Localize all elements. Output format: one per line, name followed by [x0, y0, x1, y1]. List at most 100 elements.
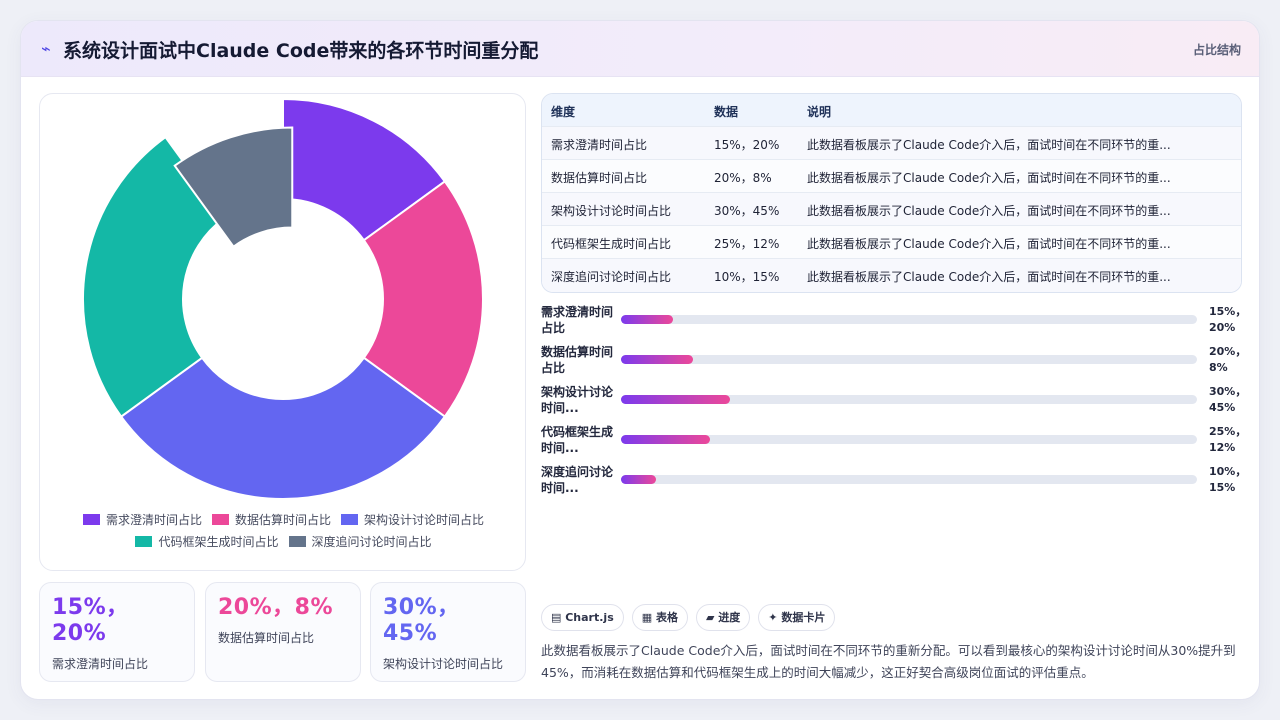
- dashboard-card: ⌁ 系统设计面试中Claude Code带来的各环节时间重分配 占比结构 需求澄…: [20, 20, 1260, 700]
- cell-note: 此数据看板展示了Claude Code介入后，面试时间在不同环节的重...: [807, 171, 1171, 185]
- stat-value-line1: 20%，8%: [218, 595, 334, 620]
- progress-value: 15%， 20%: [1209, 305, 1247, 334]
- legend-label: 代码框架生成时间占比: [158, 534, 279, 549]
- stat-value-line2: 20%: [52, 621, 107, 646]
- cell-note: 此数据看板展示了Claude Code介入后，面试时间在不同环节的重...: [807, 237, 1171, 251]
- page-title: 系统设计面试中Claude Code带来的各环节时间重分配: [63, 40, 539, 62]
- cell-note: 此数据看板展示了Claude Code介入后，面试时间在不同环节的重...: [807, 138, 1171, 152]
- progress-fill: [621, 475, 656, 484]
- progress-label: 需求澄清时间 占比: [541, 305, 614, 335]
- donut-chart[interactable]: [40, 94, 527, 572]
- cell-dimension: 代码框架生成时间占比: [551, 237, 672, 251]
- cell-dimension: 深度追问讨论时间占比: [551, 270, 672, 284]
- column-header-note[interactable]: 说明: [807, 103, 831, 120]
- progress-row: 代码框架生成 时间... 25%， 12%: [541, 424, 1246, 460]
- progress-track: [621, 355, 1197, 364]
- legend-swatch: [82, 513, 100, 525]
- legend-label: 需求澄清时间占比: [105, 512, 202, 527]
- stat-card-architecture: 30%， 45% 架构设计讨论时间占比: [370, 582, 526, 682]
- chip-label: 进度: [718, 611, 741, 624]
- chip-数据卡片[interactable]: ✦ 数据卡片: [758, 604, 836, 631]
- progress-fill: [621, 435, 711, 444]
- progress-value: 10%， 15%: [1209, 465, 1247, 494]
- cell-data: 10%，15%: [714, 270, 780, 284]
- chip-进度[interactable]: ▰ 进度: [695, 604, 751, 631]
- table-row[interactable]: 数据估算时间占比 20%，8% 此数据看板展示了Claude Code介入后，面…: [542, 160, 1241, 193]
- table-header-row: 维度 数据 说明: [542, 94, 1241, 127]
- chart-type-tag: 占比结构: [1192, 43, 1241, 57]
- progress-value: 25%， 12%: [1209, 425, 1247, 454]
- table-row[interactable]: 需求澄清时间占比 15%，20% 此数据看板展示了Claude Code介入后，…: [542, 127, 1241, 160]
- progress-fill: [621, 355, 693, 364]
- cell-dimension: 需求澄清时间占比: [551, 138, 648, 152]
- data-table: 维度 数据 说明 需求澄清时间占比 15%，20% 此数据看板展示了Claude…: [541, 93, 1242, 293]
- progress-label: 深度追问讨论 时间...: [541, 465, 614, 495]
- chip-icon: ✦: [768, 611, 782, 624]
- legend-swatch: [211, 513, 229, 525]
- stat-label: 需求澄清时间占比: [52, 657, 149, 671]
- summary-text: 此数据看板展示了Claude Code介入后，面试时间在不同环节的重新分配。可以…: [541, 643, 1236, 680]
- table-row[interactable]: 深度追问讨论时间占比 10%，15% 此数据看板展示了Claude Code介入…: [542, 259, 1241, 292]
- chip-icon: ▦: [641, 611, 656, 624]
- progress-value: 20%， 8%: [1209, 345, 1247, 374]
- cell-dimension: 架构设计讨论时间占比: [551, 204, 672, 218]
- chip-Chart.js[interactable]: ▤ Chart.js: [541, 604, 624, 631]
- progress-list: 需求澄清时间 占比 15%， 20% 数据估算时间 占比 20%， 8% 架构设计讨论 时间...…: [541, 304, 1246, 504]
- table-row[interactable]: 架构设计讨论时间占比 30%，45% 此数据看板展示了Claude Code介入…: [542, 193, 1241, 226]
- table-row[interactable]: 代码框架生成时间占比 25%，12% 此数据看板展示了Claude Code介入…: [542, 226, 1241, 259]
- chip-label: 表格: [655, 611, 678, 624]
- cell-data: 20%，8%: [714, 171, 772, 185]
- progress-label: 代码框架生成 时间...: [541, 425, 614, 455]
- progress-row: 数据估算时间 占比 20%， 8%: [541, 344, 1246, 380]
- chip-icon: ▤: [551, 611, 566, 624]
- progress-track: [621, 315, 1197, 324]
- stat-value: 30%， 45%: [383, 595, 513, 647]
- chip-label: Chart.js: [565, 611, 614, 624]
- stat-value-line2: 45%: [383, 621, 438, 646]
- legend-swatch: [288, 535, 306, 547]
- legend-swatch: [135, 535, 153, 547]
- progress-label: 架构设计讨论 时间...: [541, 385, 614, 415]
- legend-item[interactable]: 代码框架生成时间占比: [135, 530, 279, 552]
- stat-card-demand: 15%， 20% 需求澄清时间占比: [39, 582, 195, 682]
- progress-row: 架构设计讨论 时间... 30%， 45%: [541, 384, 1246, 420]
- progress-fill: [621, 315, 673, 324]
- progress-track: [621, 395, 1197, 404]
- progress-track: [621, 475, 1197, 484]
- bolt-icon: ⌁: [41, 39, 51, 58]
- stat-card-estimate: 20%，8% 数据估算时间占比: [205, 582, 361, 682]
- stat-value-line1: 30%，: [383, 595, 460, 620]
- progress-row: 需求澄清时间 占比 15%， 20%: [541, 304, 1246, 340]
- cell-data: 30%，45%: [714, 204, 780, 218]
- header-bar: ⌁ 系统设计面试中Claude Code带来的各环节时间重分配 占比结构: [21, 21, 1259, 77]
- legend-label: 数据估算时间占比: [234, 512, 331, 527]
- cell-data: 15%，20%: [714, 138, 780, 152]
- stat-label: 架构设计讨论时间占比: [383, 657, 504, 671]
- progress-row: 深度追问讨论 时间... 10%， 15%: [541, 464, 1246, 500]
- stat-value-line1: 15%，: [52, 595, 129, 620]
- cell-data: 25%，12%: [714, 237, 780, 251]
- feature-chips: ▤ Chart.js ▦ 表格 ▰ 进度 ✦ 数据卡片: [541, 604, 843, 631]
- legend-label: 深度追问讨论时间占比: [311, 534, 432, 549]
- stat-label: 数据估算时间占比: [218, 631, 315, 645]
- legend-item[interactable]: 深度追问讨论时间占比: [288, 530, 432, 552]
- column-header-dimension[interactable]: 维度: [551, 103, 575, 120]
- legend-item[interactable]: 数据估算时间占比: [211, 508, 331, 530]
- cell-note: 此数据看板展示了Claude Code介入后，面试时间在不同环节的重...: [807, 270, 1171, 284]
- chip-label: 数据卡片: [781, 611, 826, 624]
- stat-value: 20%，8%: [218, 595, 348, 621]
- column-header-data[interactable]: 数据: [714, 103, 738, 120]
- chip-icon: ▰: [705, 611, 719, 624]
- chip-表格[interactable]: ▦ 表格: [631, 604, 688, 631]
- progress-track: [621, 435, 1197, 444]
- legend-item[interactable]: 架构设计讨论时间占比: [341, 508, 484, 530]
- progress-fill: [621, 395, 731, 404]
- chart-legend: 需求澄清时间占比 数据估算时间占比 架构设计讨论时间占比代码框架生成时间占比 深度追问…: [60, 508, 507, 552]
- cell-dimension: 数据估算时间占比: [551, 171, 648, 185]
- legend-swatch: [341, 513, 358, 525]
- donut-chart-panel: 需求澄清时间占比 数据估算时间占比 架构设计讨论时间占比代码框架生成时间占比 深度追问…: [39, 93, 526, 571]
- legend-item[interactable]: 需求澄清时间占比: [82, 508, 202, 530]
- progress-value: 30%， 45%: [1209, 385, 1247, 414]
- progress-label: 数据估算时间 占比: [541, 345, 614, 375]
- stat-value: 15%， 20%: [52, 595, 182, 647]
